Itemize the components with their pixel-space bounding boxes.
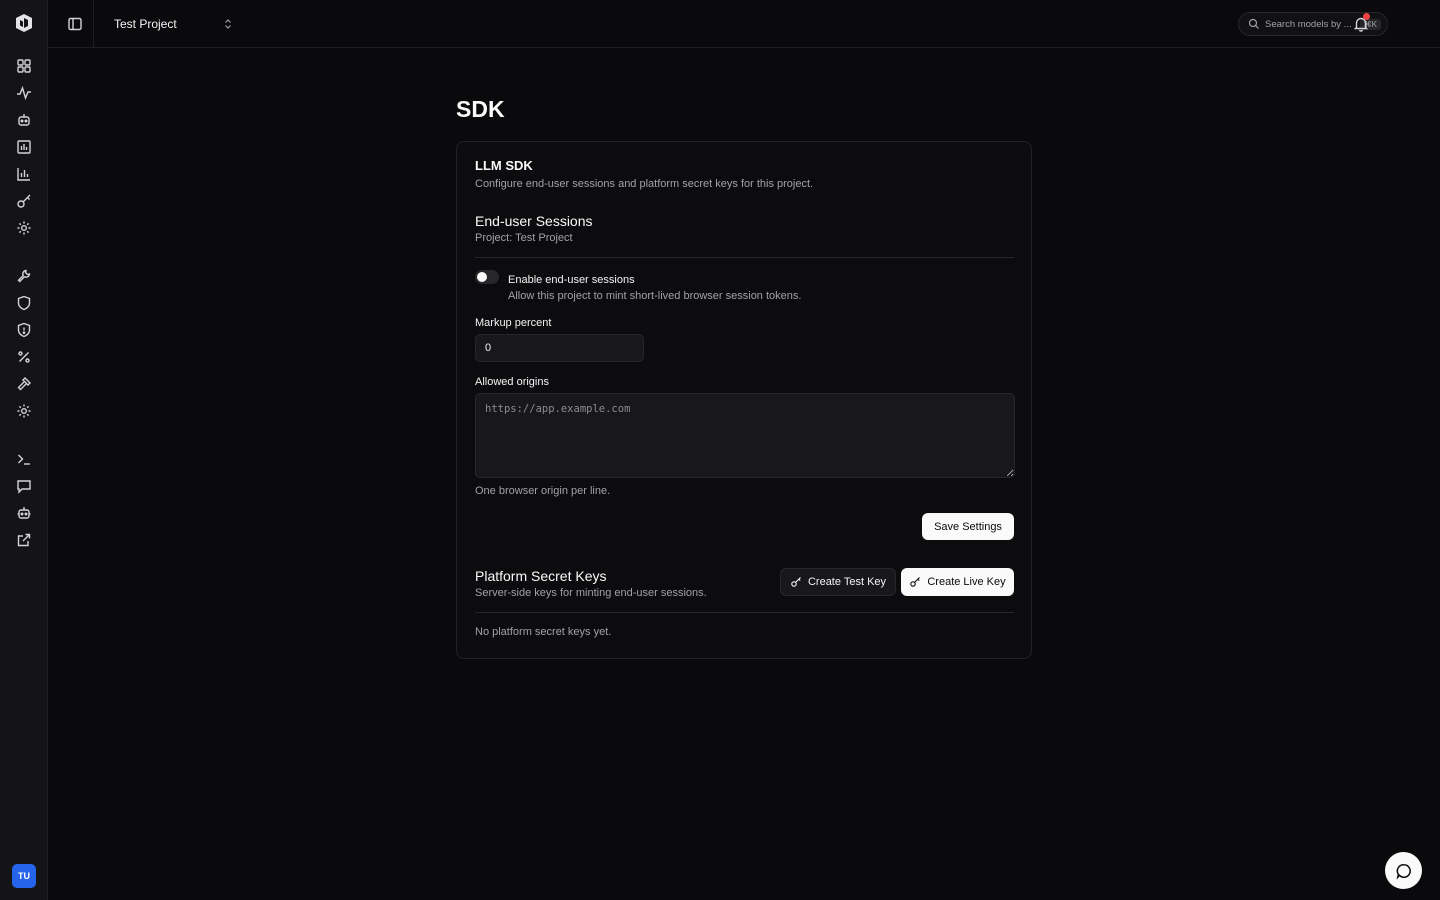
sdk-card: LLM SDK Configure end-user sessions and … bbox=[456, 141, 1032, 659]
bot-icon[interactable] bbox=[15, 111, 33, 129]
notification-dot bbox=[1363, 13, 1370, 20]
shield-alert-icon[interactable] bbox=[15, 321, 33, 339]
keys-divider bbox=[475, 612, 1014, 613]
app-logo-icon[interactable] bbox=[14, 13, 34, 33]
toggle-label: Enable end-user sessions bbox=[508, 274, 635, 286]
chevron-up-down-icon bbox=[222, 18, 234, 30]
chart-icon[interactable] bbox=[15, 165, 33, 183]
dashboard-icon[interactable] bbox=[15, 57, 33, 75]
keys-title: Platform Secret Keys bbox=[475, 568, 607, 584]
create-test-key-label: Create Test Key bbox=[807, 576, 887, 588]
create-live-key-button[interactable]: Create Live Key bbox=[901, 568, 1014, 596]
robot-icon[interactable] bbox=[15, 504, 33, 522]
sessions-divider bbox=[475, 257, 1014, 258]
message-icon[interactable] bbox=[15, 477, 33, 495]
toggle-description: Allow this project to mint short-lived b… bbox=[508, 290, 802, 302]
activity-icon[interactable] bbox=[15, 84, 33, 102]
shield-icon[interactable] bbox=[15, 294, 33, 312]
key-icon bbox=[790, 576, 802, 588]
chat-bubble-icon bbox=[1395, 862, 1413, 880]
origins-label: Allowed origins bbox=[475, 376, 549, 388]
card-description: Configure end-user sessions and platform… bbox=[475, 178, 814, 190]
project-selector[interactable]: Test Project bbox=[104, 10, 244, 38]
user-avatar[interactable]: TU bbox=[12, 864, 36, 888]
allowed-origins-textarea[interactable] bbox=[475, 393, 1015, 478]
page-title: SDK bbox=[456, 96, 505, 122]
wrench-icon[interactable] bbox=[15, 267, 33, 285]
search-icon bbox=[1248, 18, 1260, 30]
sidebar-rail: TU bbox=[0, 0, 48, 900]
chat-button[interactable] bbox=[1385, 852, 1422, 889]
terminal-icon[interactable] bbox=[15, 450, 33, 468]
origins-help: One browser origin per line. bbox=[475, 485, 611, 497]
keys-description: Server-side keys for minting end-user se… bbox=[475, 587, 707, 599]
percent-icon[interactable] bbox=[15, 348, 33, 366]
card-title: LLM SDK bbox=[475, 158, 533, 173]
gear-icon[interactable] bbox=[15, 402, 33, 420]
key-icon[interactable] bbox=[15, 192, 33, 210]
hammer-icon[interactable] bbox=[15, 375, 33, 393]
markup-percent-input[interactable] bbox=[475, 334, 644, 362]
markup-label: Markup percent bbox=[475, 317, 552, 329]
key-icon bbox=[909, 576, 921, 588]
sidebar-toggle-icon[interactable] bbox=[66, 15, 84, 33]
save-settings-label: Save Settings bbox=[934, 520, 1002, 533]
search-placeholder: Search models by ... bbox=[1265, 18, 1352, 30]
external-link-icon[interactable] bbox=[15, 531, 33, 549]
toggle-knob bbox=[477, 272, 487, 282]
create-live-key-label: Create Live Key bbox=[927, 576, 1006, 588]
create-test-key-button[interactable]: Create Test Key bbox=[780, 568, 896, 596]
sessions-project-label: Project: Test Project bbox=[475, 232, 573, 244]
end-user-sessions-toggle[interactable] bbox=[475, 270, 499, 284]
keys-empty-state: No platform secret keys yet. bbox=[475, 626, 612, 638]
topbar-divider bbox=[93, 0, 94, 48]
sessions-title: End-user Sessions bbox=[475, 213, 593, 229]
top-bar: Test Project Search models by ... ⌘K bbox=[48, 0, 1440, 48]
save-settings-button[interactable]: Save Settings bbox=[922, 513, 1014, 540]
project-name: Test Project bbox=[114, 17, 177, 31]
bar-chart-icon[interactable] bbox=[15, 138, 33, 156]
settings-icon[interactable] bbox=[15, 219, 33, 237]
